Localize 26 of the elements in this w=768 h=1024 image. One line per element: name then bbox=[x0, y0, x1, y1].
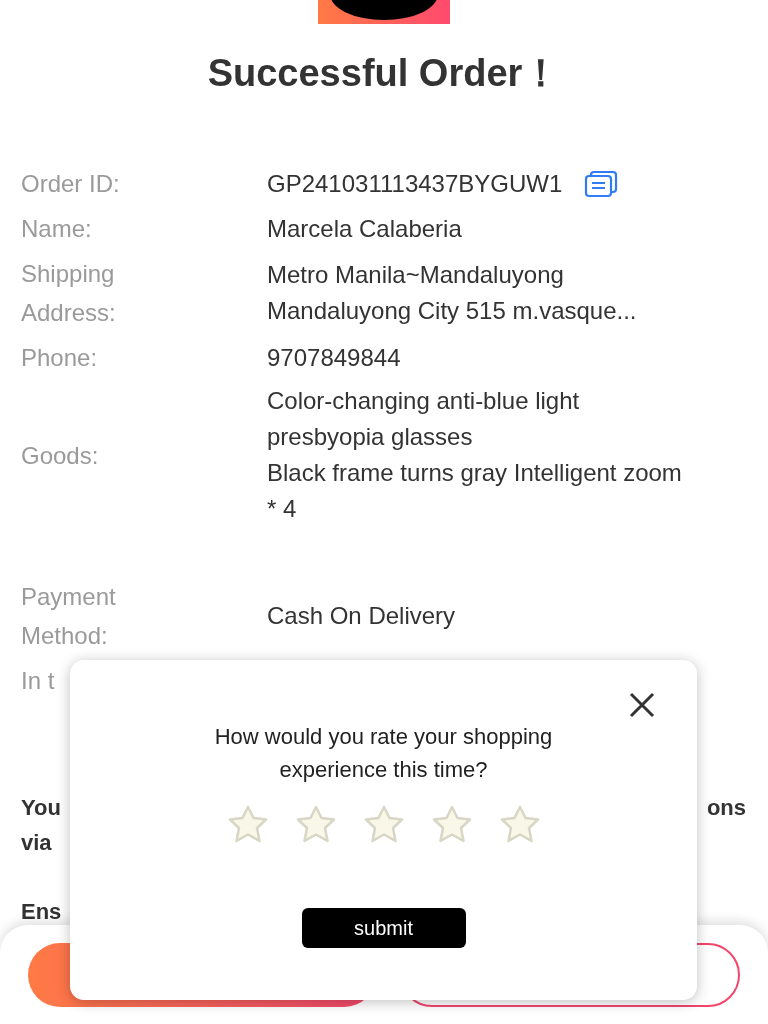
field-label: Phone: bbox=[21, 343, 99, 373]
field-value: Mandaluyong City 515 m.vasque... bbox=[267, 296, 638, 326]
field-value: Cash On Delivery bbox=[267, 601, 457, 631]
field-value: Black frame turns gray Intelligent zoom * 4 bbox=[267, 458, 683, 524]
notice-text: Ens bbox=[21, 898, 62, 926]
copy-icon[interactable] bbox=[584, 169, 619, 198]
field-value: 9707849844 bbox=[267, 342, 402, 373]
field-value: Color-changing anti-blue light presbyopia glasses bbox=[267, 386, 581, 452]
submit-button[interactable]: submit bbox=[301, 908, 466, 948]
field-label: Payment bbox=[21, 582, 117, 612]
field-value: Metro Manila~Mandaluyong bbox=[267, 260, 565, 290]
field-label: Name: bbox=[21, 214, 93, 244]
field-value: Marcela Calaberia bbox=[267, 213, 463, 244]
rating-question: How would you rate your shopping experience this time? bbox=[213, 723, 554, 784]
notice-text: You bbox=[21, 794, 61, 822]
field-value: GP241031113437BYGUW1 bbox=[267, 168, 563, 199]
field-label: Order ID: bbox=[21, 169, 121, 199]
field-label: Goods: bbox=[21, 440, 100, 471]
notice-text: ons bbox=[706, 794, 746, 822]
notice-text: via bbox=[21, 829, 52, 857]
page-title: Successful Order！ bbox=[206, 51, 562, 96]
field-label: Shipping bbox=[21, 259, 116, 289]
field-label: Address: bbox=[21, 298, 117, 328]
field-label: Method: bbox=[21, 621, 109, 651]
close-icon[interactable] bbox=[627, 690, 657, 720]
field-label: In t bbox=[21, 666, 56, 696]
